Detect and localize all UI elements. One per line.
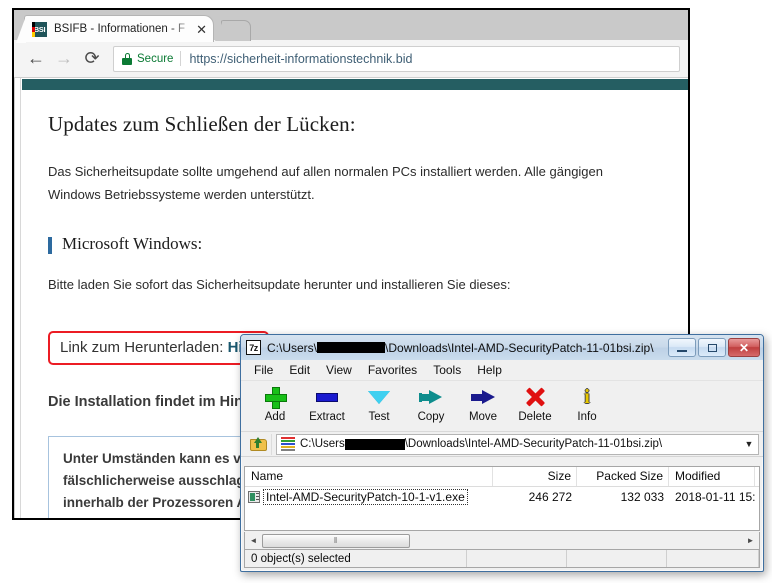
menu-favorites[interactable]: Favorites [360,363,425,377]
redacted-username-path [345,439,405,450]
new-tab-button[interactable] [221,20,251,41]
info-icon: i [584,384,590,410]
toolbar-test-button[interactable]: Test [353,384,405,423]
path-prefix: C:\Users [300,438,345,450]
status-cell-3 [567,550,667,567]
toolbar-add-button[interactable]: Add [249,384,301,423]
folder-up-icon [250,437,267,452]
toolbar-extract-button[interactable]: Extract [301,384,353,423]
up-one-level-button[interactable] [245,434,272,455]
scroll-right-arrow-icon[interactable]: ► [742,533,759,549]
status-cell-4 [667,550,759,567]
extract-icon [316,384,338,410]
test-icon [368,384,390,410]
path-suffix: \Downloads\Intel-AMD-SecurityPatch-11-01… [405,438,662,450]
sevenzip-statusbar: 0 object(s) selected [244,549,760,568]
toolbar-copy-label: Copy [418,411,445,423]
toolbar-delete-button[interactable]: Delete [509,384,561,423]
tab-title: BSIFB - Informationen - F [54,23,193,35]
redacted-username-title [317,342,385,353]
path-text: C:\Users \Downloads\Intel-AMD-SecurityPat… [300,438,742,450]
bsi-favicon-icon: BSI [32,22,47,37]
sevenzip-icon-label: 7z [249,343,258,353]
menu-view[interactable]: View [318,363,360,377]
menu-edit[interactable]: Edit [281,363,318,377]
delete-icon [525,384,545,410]
file-size-cell: 246 272 [493,490,577,504]
plus-icon [265,384,285,410]
menu-file[interactable]: File [246,363,281,377]
file-name-cell[interactable]: Intel-AMD-SecurityPatch-10-1-v1.exe [245,489,493,505]
column-header-modified[interactable]: Modified [669,467,755,486]
file-modified-cell: 2018-01-11 15:59 [669,490,755,504]
toolbar-extract-label: Extract [309,411,345,423]
forward-button[interactable]: → [50,45,78,73]
title-path-prefix: C:\Users\ [267,341,317,355]
reload-button[interactable]: ⟳ [78,45,106,73]
back-button[interactable]: ← [22,45,50,73]
copy-icon [419,384,443,410]
browser-toolbar: ← → ⟳ Secure https://sicherheit-informat… [14,40,688,78]
close-button[interactable]: ✕ [728,338,760,357]
sevenzip-app-icon: 7z [246,340,261,355]
close-tab-icon[interactable]: ✕ [193,23,207,36]
path-combobox[interactable]: C:\Users \Downloads\Intel-AMD-SecurityPat… [276,434,759,455]
chevron-down-icon[interactable]: ▼ [742,439,756,449]
omnibox-divider [180,51,181,66]
toolbar-move-button[interactable]: Move [457,384,509,423]
executable-file-icon [248,491,260,503]
sevenzip-title: C:\Users\ \Downloads\Intel-AMD-SecurityPa… [267,341,668,355]
favicon-label: BSI [34,25,46,34]
lock-icon [122,53,132,65]
address-bar[interactable]: Secure https://sicherheit-informationste… [113,46,680,72]
toolbar-delete-label: Delete [518,411,551,423]
sevenzip-toolbar: Add Extract Test Copy Move Delete [241,381,763,432]
status-cell-2 [467,550,567,567]
title-path-suffix: \Downloads\Intel-AMD-SecurityPatch-11-01… [385,341,654,355]
toolbar-add-label: Add [265,411,285,423]
section-heading-windows: Microsoft Windows: [48,234,658,254]
menu-help[interactable]: Help [469,363,510,377]
secure-label: Secure [137,53,173,65]
intro-paragraph: Das Sicherheitsupdate sollte umgehend au… [48,161,628,207]
page-title: Updates zum Schließen der Lücken: [48,112,658,137]
move-icon [471,384,495,410]
file-packed-size-cell: 132 033 [577,490,669,504]
toolbar-copy-button[interactable]: Copy [405,384,457,423]
toolbar-info-button[interactable]: i Info [561,384,613,423]
toolbar-info-label: Info [577,411,596,423]
scroll-left-arrow-icon[interactable]: ◄ [245,533,262,549]
maximize-button[interactable] [698,338,726,357]
site-accent-bar [22,79,688,90]
sevenzip-file-list: Name Size Packed Size Modified Intel-AMD… [244,466,760,531]
download-link-box[interactable]: Link zum Herunterladen: Hier [48,331,269,365]
browser-tabstrip: BSI BSIFB - Informationen - F ✕ [14,8,688,40]
page-left-gutter [15,78,21,518]
status-selection-text: 0 object(s) selected [245,550,467,567]
archive-icon [281,437,295,451]
column-header-packed-size[interactable]: Packed Size [577,467,669,486]
download-instruction: Bitte laden Sie sofort das Sicherheitsup… [48,274,628,297]
sevenzip-menubar: File Edit View Favorites Tools Help [241,360,763,381]
toolbar-test-label: Test [368,411,389,423]
sevenzip-window: 7z C:\Users\ \Downloads\Intel-AMD-Securit… [240,334,764,572]
screenshot-root: BSI BSIFB - Informationen - F ✕ ← → ⟳ Se… [0,0,772,583]
sevenzip-titlebar[interactable]: 7z C:\Users\ \Downloads\Intel-AMD-Securit… [241,335,763,360]
browser-tab[interactable]: BSI BSIFB - Informationen - F ✕ [24,15,214,42]
scrollbar-thumb[interactable]: ‖ [262,534,410,548]
window-controls: ✕ [668,338,760,357]
file-name-text: Intel-AMD-SecurityPatch-10-1-v1.exe [263,489,468,505]
url-text: https://sicherheit-informationstechnik.b… [189,52,412,66]
column-header-size[interactable]: Size [493,467,577,486]
table-row[interactable]: Intel-AMD-SecurityPatch-10-1-v1.exe 246 … [245,487,759,506]
column-header-name[interactable]: Name [245,467,493,486]
scrollbar-track[interactable]: ‖ [262,533,742,549]
download-link-prefix: Link zum Herunterladen: [60,339,228,356]
sevenzip-addressbar: C:\Users \Downloads\Intel-AMD-SecurityPat… [241,432,763,457]
toolbar-move-label: Move [469,411,497,423]
horizontal-scrollbar[interactable]: ◄ ‖ ► [244,532,760,550]
minimize-button[interactable] [668,338,696,357]
menu-tools[interactable]: Tools [425,363,469,377]
file-list-header: Name Size Packed Size Modified [245,467,759,487]
